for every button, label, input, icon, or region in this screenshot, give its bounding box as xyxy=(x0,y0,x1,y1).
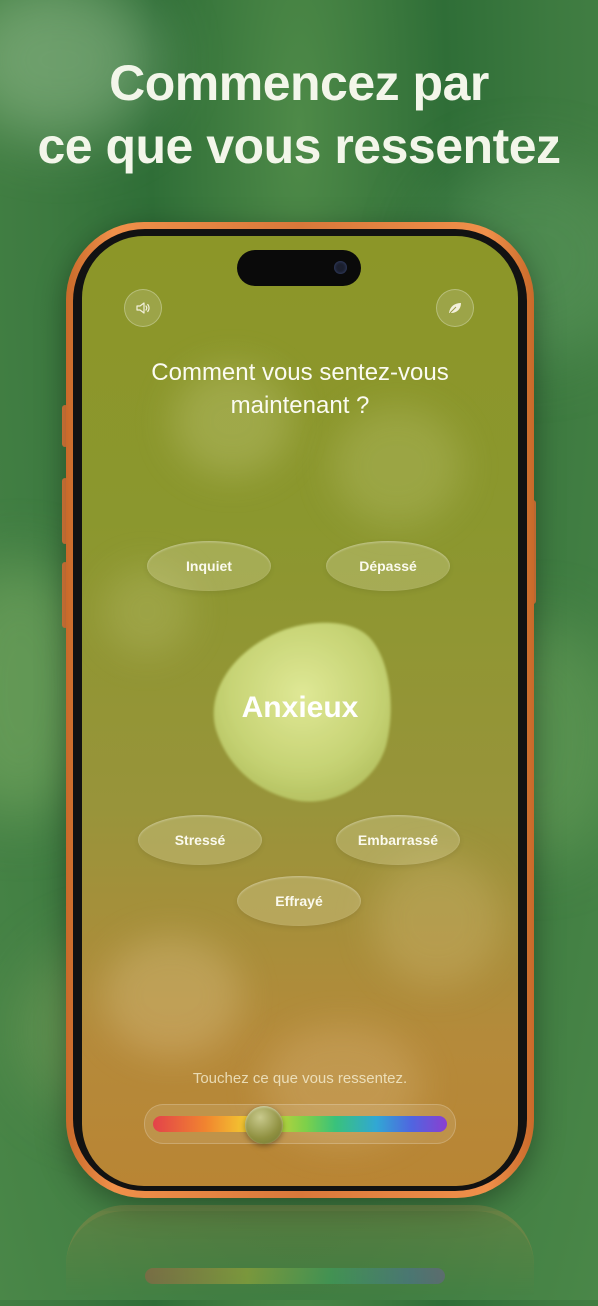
slider-reflection xyxy=(145,1268,445,1284)
mood-slider[interactable] xyxy=(144,1104,456,1144)
question-heading: Comment vous sentez-vous maintenant ? xyxy=(102,356,498,422)
headline: Commencez par ce que vous ressentez xyxy=(0,52,598,178)
headline-line-1: Commencez par xyxy=(109,55,489,111)
emotion-depasse[interactable]: Dépassé xyxy=(326,541,450,591)
question-line-1: Comment vous sentez-vous xyxy=(151,359,449,386)
mood-slider-thumb[interactable] xyxy=(244,1106,283,1144)
speaker-icon xyxy=(136,302,150,314)
emotion-effraye[interactable]: Effrayé xyxy=(237,876,361,926)
selected-emotion-label: Anxieux xyxy=(241,691,359,724)
app-screen: Comment vous sentez-vous maintenant ? In… xyxy=(82,236,518,1186)
hint-text: Touchez ce que vous ressentez. xyxy=(192,1070,408,1087)
emotion-embarrasse[interactable]: Embarrassé xyxy=(336,815,460,865)
emotion-inquiet[interactable]: Inquiet xyxy=(147,541,271,591)
sound-button[interactable] xyxy=(124,289,162,327)
leaf-icon xyxy=(449,303,461,314)
mood-slider-track[interactable] xyxy=(153,1116,447,1132)
nature-button[interactable] xyxy=(436,289,474,327)
question-line-2: maintenant ? xyxy=(230,392,370,419)
dynamic-island xyxy=(237,250,361,286)
phone-reflection xyxy=(66,1205,534,1306)
emotion-stresse[interactable]: Stressé xyxy=(138,815,262,865)
headline-line-2: ce que vous ressentez xyxy=(37,118,561,174)
camera-icon xyxy=(334,261,347,274)
